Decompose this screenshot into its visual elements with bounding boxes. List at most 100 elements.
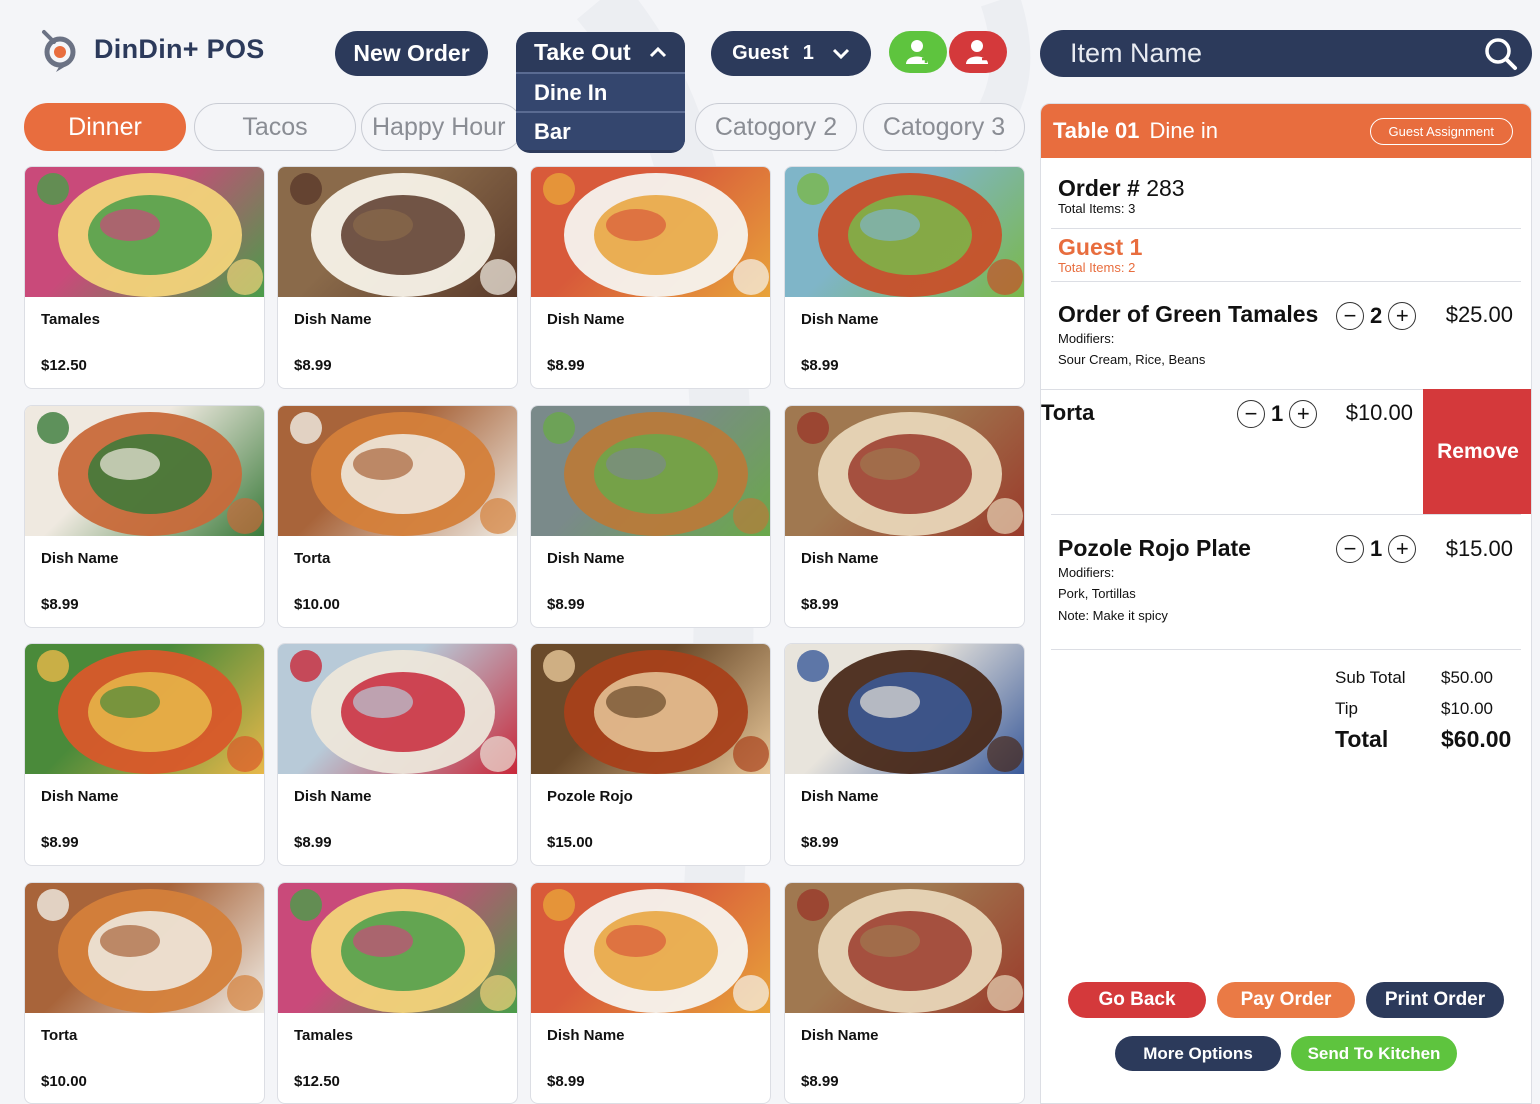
- dish-price: $10.00: [41, 1073, 87, 1090]
- dish-price: $12.50: [41, 357, 87, 374]
- service-type: Dine in: [1149, 118, 1219, 143]
- dish-price: $8.99: [294, 834, 332, 851]
- dish-name: Dish Name: [41, 550, 119, 567]
- dish-price: $8.99: [547, 596, 585, 613]
- search-icon[interactable]: [1484, 37, 1518, 71]
- category-tab-catogory-2[interactable]: Catogory 2: [695, 103, 857, 151]
- menu-item-card[interactable]: Dish Name $8.99: [530, 166, 771, 389]
- dish-name: Dish Name: [801, 788, 879, 805]
- print-order-button[interactable]: Print Order: [1366, 982, 1504, 1018]
- new-order-button[interactable]: New Order: [335, 31, 488, 76]
- total-label: Total: [1335, 726, 1389, 752]
- menu-item-card[interactable]: Torta $10.00: [277, 405, 518, 628]
- category-tab-tacos[interactable]: Tacos: [194, 103, 356, 151]
- decrease-quantity-button[interactable]: −: [1237, 400, 1265, 428]
- menu-item-card[interactable]: Dish Name $8.99: [784, 166, 1025, 389]
- guest-total-items: Total Items: 2: [1058, 260, 1136, 275]
- order-panel-header: Table 01 Dine in Guest Assignment: [1041, 104, 1531, 158]
- dish-name: Dish Name: [294, 311, 372, 328]
- dish-photo: [531, 167, 770, 297]
- guest-heading[interactable]: Guest 1: [1058, 234, 1142, 261]
- quantity-stepper: − 2 +: [1336, 302, 1417, 330]
- order-type-option-dine-in[interactable]: Dine In: [516, 72, 685, 111]
- category-tab-catogory-3[interactable]: Catogory 3: [863, 103, 1025, 151]
- quantity-stepper: − 1 +: [1237, 400, 1318, 428]
- guest-selector[interactable]: Guest 1: [711, 31, 871, 76]
- dish-price: $8.99: [41, 834, 79, 851]
- more-options-button[interactable]: More Options: [1115, 1036, 1281, 1071]
- dish-photo: [278, 883, 517, 1013]
- dish-photo: [785, 406, 1024, 536]
- order-type-selected[interactable]: Take Out: [516, 32, 685, 72]
- menu-item-card[interactable]: Dish Name $8.99: [277, 643, 518, 866]
- menu-item-card[interactable]: Dish Name $8.99: [784, 405, 1025, 628]
- dish-name: Dish Name: [547, 1027, 625, 1044]
- add-guest-button[interactable]: [889, 31, 947, 73]
- table-label: Table 01: [1053, 118, 1140, 143]
- order-item-note: Note: Make it spicy: [1058, 608, 1168, 623]
- dish-photo: [25, 406, 264, 536]
- order-item-modifiers: Sour Cream, Rice, Beans: [1058, 352, 1206, 367]
- quantity-stepper: − 1 +: [1336, 535, 1417, 563]
- dish-photo: [278, 644, 517, 774]
- add-user-icon: [906, 40, 930, 64]
- order-total-items: Total Items: 3: [1058, 201, 1136, 216]
- menu-item-card[interactable]: Dish Name $8.99: [784, 882, 1025, 1104]
- dish-price: $8.99: [547, 1073, 585, 1090]
- subtotal-label: Sub Total: [1335, 668, 1406, 687]
- dish-name: Dish Name: [294, 788, 372, 805]
- subtotal-value: $50.00: [1441, 668, 1493, 687]
- dish-price: $10.00: [294, 596, 340, 613]
- divider: [1051, 649, 1521, 650]
- menu-item-card[interactable]: Dish Name $8.99: [530, 405, 771, 628]
- dish-name: Torta: [41, 1027, 78, 1044]
- dish-name: Dish Name: [547, 311, 625, 328]
- menu-item-card[interactable]: Dish Name $8.99: [530, 882, 771, 1104]
- menu-item-card[interactable]: Tamales $12.50: [277, 882, 518, 1104]
- increase-quantity-button[interactable]: +: [1388, 535, 1417, 563]
- order-item-row[interactable]: Torta − 1 + $10.00: [1041, 389, 1423, 514]
- category-tab-happy-hour[interactable]: Happy Hour: [361, 103, 523, 151]
- order-item-modifiers-label: Modifiers:: [1058, 565, 1115, 580]
- guest-assignment-button[interactable]: Guest Assignment: [1369, 117, 1513, 145]
- increase-quantity-button[interactable]: +: [1388, 302, 1417, 330]
- order-type-dropdown[interactable]: Take Out Dine In Bar: [516, 32, 685, 153]
- order-item-name: Torta: [1041, 400, 1095, 425]
- search-input[interactable]: Item Name: [1070, 38, 1202, 69]
- order-item-modifiers-label: Modifiers:: [1058, 331, 1115, 346]
- order-panel: Table 01 Dine in Guest Assignment Order …: [1040, 103, 1532, 1104]
- category-tab-dinner[interactable]: Dinner: [24, 103, 186, 151]
- menu-item-card[interactable]: Dish Name $8.99: [24, 643, 265, 866]
- order-item-name[interactable]: Order of Green Tamales: [1058, 301, 1318, 328]
- dish-price: $8.99: [801, 596, 839, 613]
- order-item-price: $15.00: [1445, 536, 1513, 561]
- pay-order-button[interactable]: Pay Order: [1217, 982, 1355, 1018]
- order-label: Order #: [1058, 175, 1140, 201]
- dish-photo: [785, 644, 1024, 774]
- divider: [1051, 514, 1521, 515]
- send-to-kitchen-button[interactable]: Send To Kitchen: [1291, 1036, 1457, 1071]
- total-value: $60.00: [1441, 726, 1512, 752]
- decrease-quantity-button[interactable]: −: [1336, 302, 1364, 330]
- decrease-quantity-button[interactable]: −: [1336, 535, 1364, 563]
- dish-photo: [25, 167, 264, 297]
- dish-name: Dish Name: [801, 1027, 879, 1044]
- menu-item-card[interactable]: Dish Name $8.99: [24, 405, 265, 628]
- guest-label: Guest: [732, 42, 789, 64]
- remove-user-icon: [966, 40, 990, 64]
- quantity-value: 2: [1370, 303, 1383, 328]
- remove-item-button[interactable]: Remove: [1423, 389, 1531, 514]
- remove-guest-button[interactable]: [949, 31, 1007, 73]
- order-type-option-bar[interactable]: Bar: [516, 111, 685, 150]
- chevron-up-icon: [649, 46, 667, 58]
- increase-quantity-button[interactable]: +: [1289, 400, 1318, 428]
- menu-item-card[interactable]: Dish Name $8.99: [277, 166, 518, 389]
- order-item-name[interactable]: Pozole Rojo Plate: [1058, 535, 1251, 562]
- menu-item-card[interactable]: Torta $10.00: [24, 882, 265, 1104]
- search-bar[interactable]: Item Name: [1040, 30, 1532, 77]
- go-back-button[interactable]: Go Back: [1068, 982, 1206, 1018]
- menu-item-card[interactable]: Dish Name $8.99: [784, 643, 1025, 866]
- menu-item-card[interactable]: Pozole Rojo $15.00: [530, 643, 771, 866]
- menu-item-card[interactable]: Tamales $12.50: [24, 166, 265, 389]
- dish-photo: [531, 883, 770, 1013]
